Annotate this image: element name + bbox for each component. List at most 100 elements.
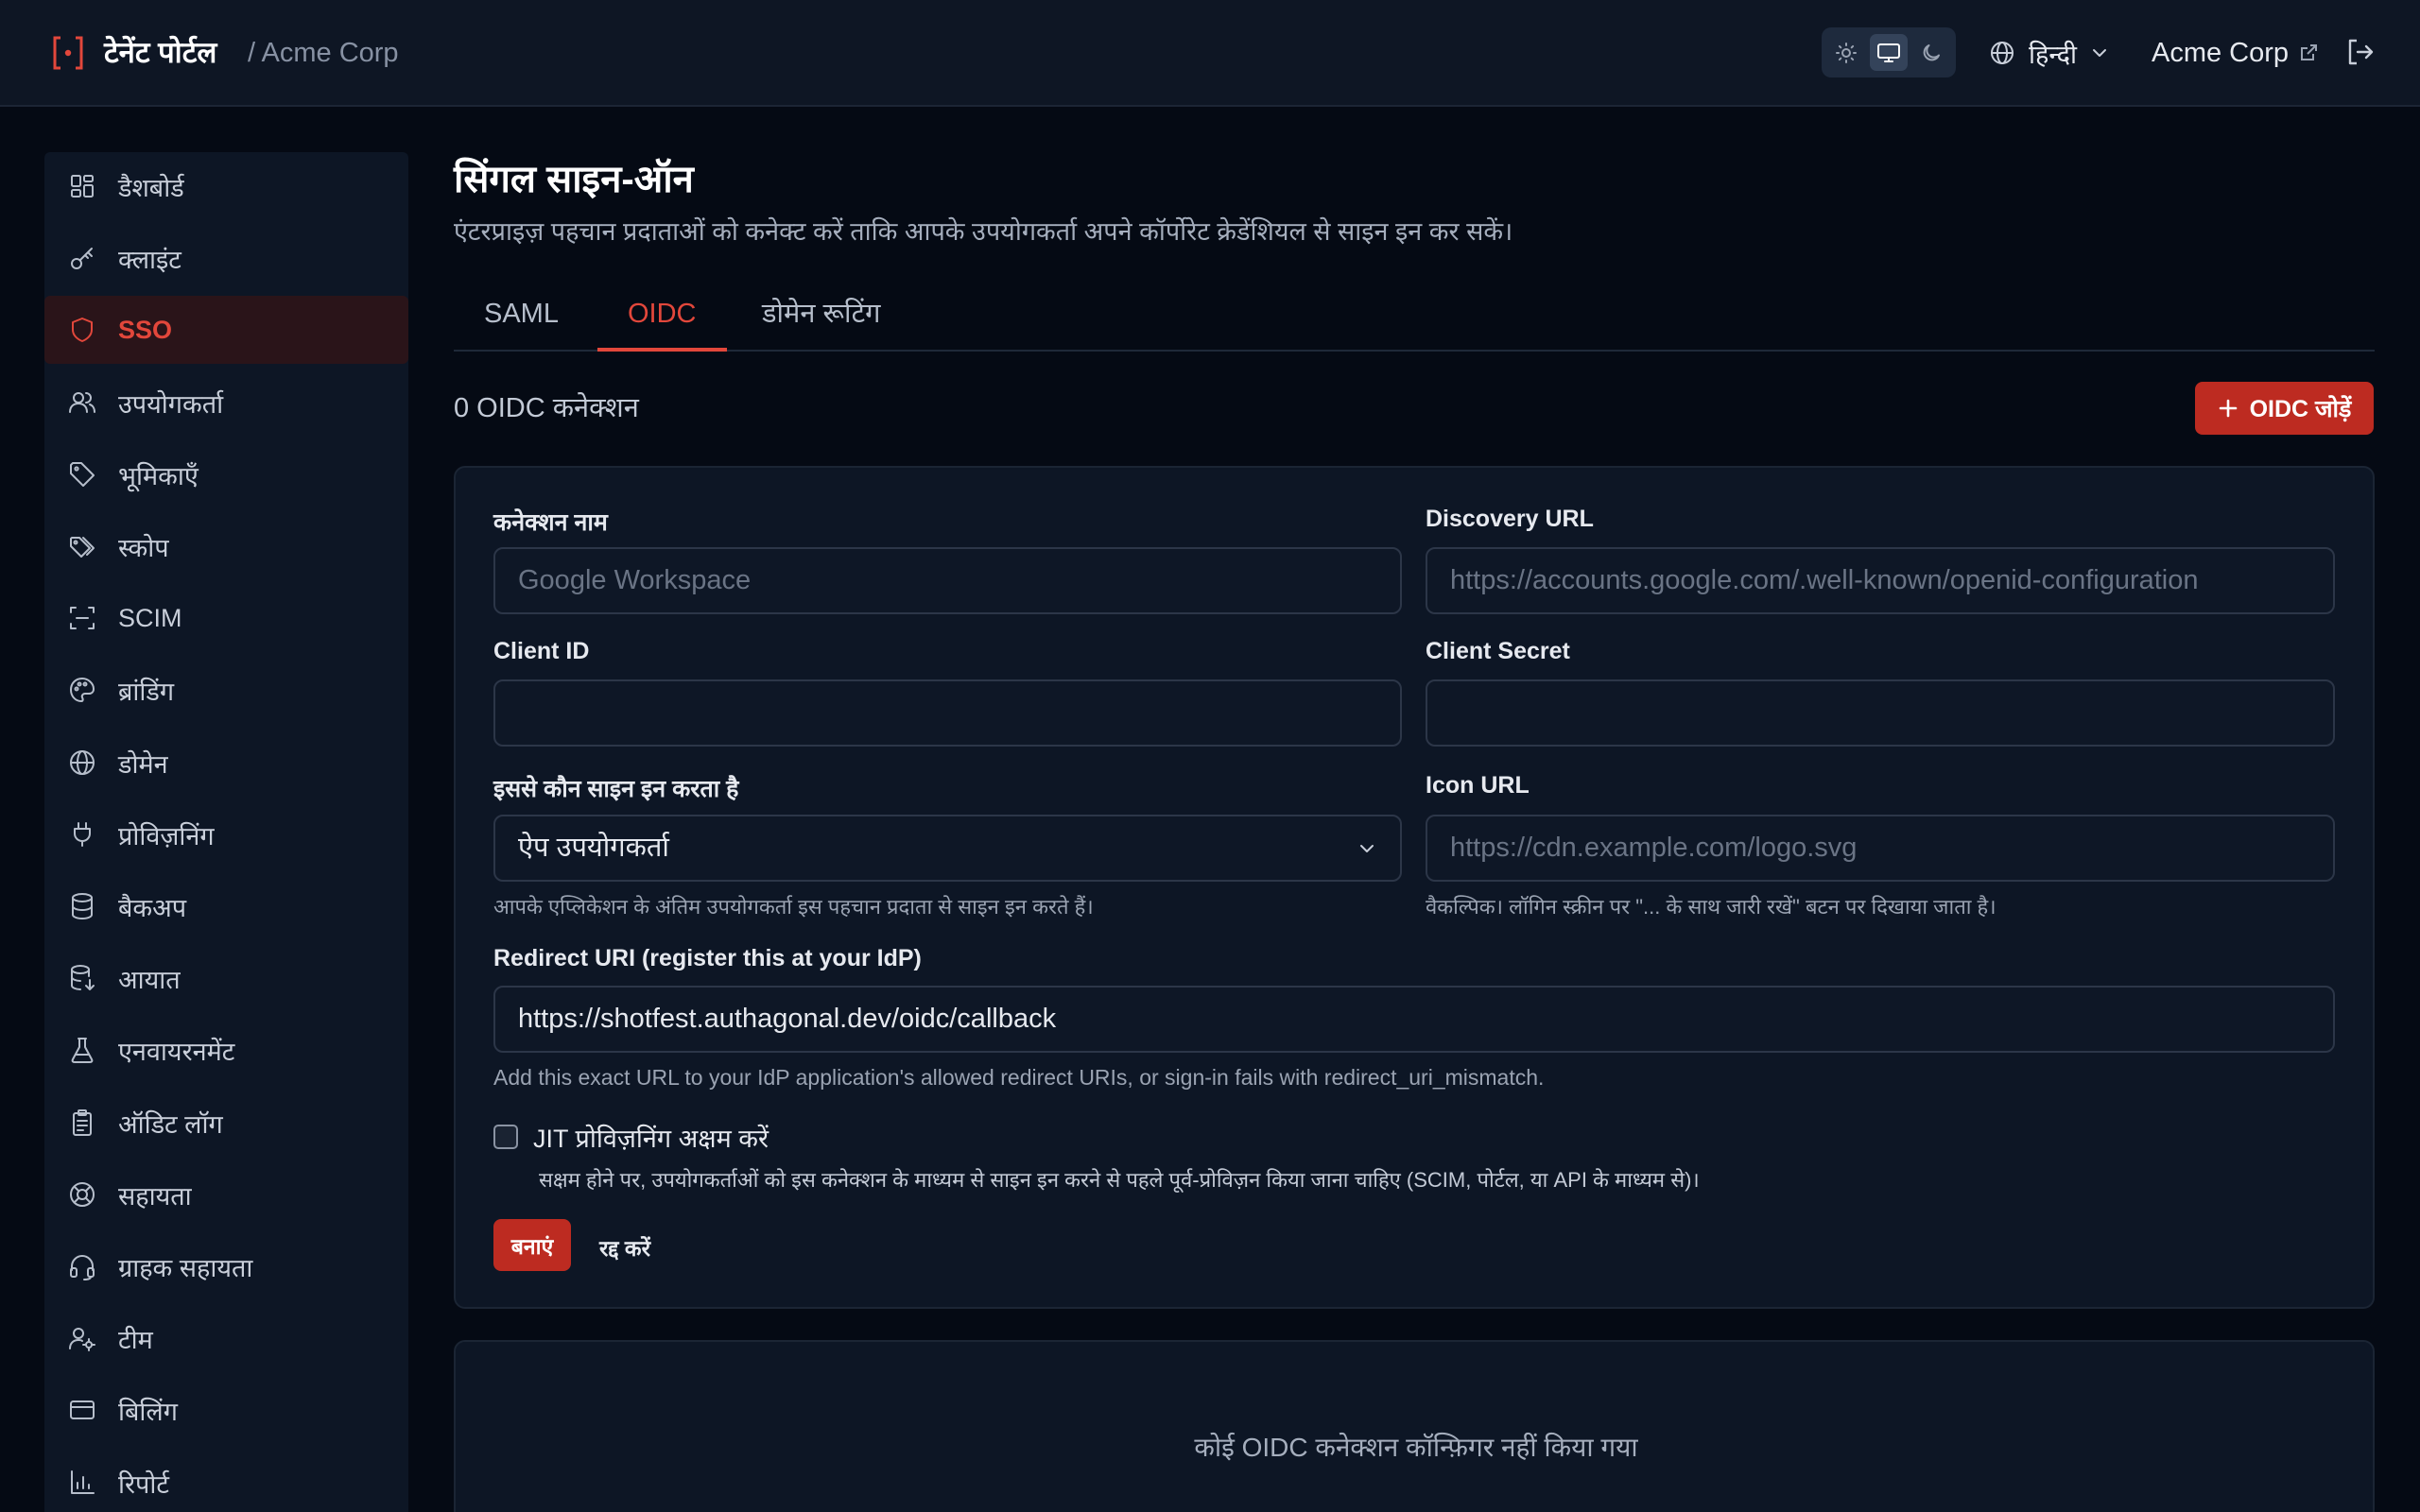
headset-icon [70,1255,95,1280]
user-cog-icon [69,1328,95,1351]
icon-url-label: Icon URL [1426,772,1530,799]
flask-icon [71,1038,94,1063]
sidebar-item-label: टीम [118,1325,153,1354]
tab-bar: SAML OIDC डोमेन रूटिंग [454,284,2375,352]
sidebar-item-label: डोमेन [118,749,168,779]
sidebar-item-shield[interactable]: SSO [44,296,408,364]
sidebar-item-label: एनवायरनमेंट [118,1037,235,1066]
icon-url-hint: वैकल्पिक। लॉगिन स्क्रीन पर "... के साथ ज… [1426,895,1996,919]
who-signs-in-select[interactable]: ऐप उपयोगकर्ता [493,815,1402,882]
sidebar-item-flask[interactable]: एनवायरनमेंट [44,1016,408,1084]
connections-list-card: कोई OIDC कनेक्शन कॉन्फ़िगर नहीं किया गया [454,1340,2375,1512]
language-label: हिन्दी [2029,40,2078,69]
sidebar-item-label: भूमिकाएँ [118,461,199,490]
sidebar-item-palette[interactable]: ब्रांडिंग [44,656,408,724]
brand-logo-icon [53,36,83,70]
sidebar-item-globe[interactable]: डोमेन [44,729,408,797]
sidebar-item-label: उपयोगकर्ता [118,389,224,419]
client-secret-input[interactable] [1426,679,2335,747]
who-signs-in-label: इससे कौन साइन इन करता है [493,776,739,802]
create-button[interactable]: बनाएं [493,1219,571,1271]
redirect-uri-input[interactable] [493,986,2335,1053]
bar-chart-icon [71,1470,95,1494]
sidebar-item-tag[interactable]: भूमिकाएँ [44,440,408,508]
globe-icon [1991,42,2014,64]
sidebar-item-label: रिपोर्ट [118,1469,169,1499]
sidebar-item-label: क्लाइंट [118,245,182,274]
sidebar-item-tags[interactable]: स्कोप [44,512,408,580]
dark-theme-button[interactable] [1912,34,1950,71]
database-import-icon [71,965,95,990]
tenant-external-link[interactable]: Acme Corp [2152,32,2319,74]
database-icon [72,893,93,919]
logout-icon[interactable] [2344,36,2377,68]
tags-icon [70,537,95,558]
client-secret-label: Client Secret [1426,638,1570,664]
sidebar-item-scan[interactable]: SCIM [44,584,408,652]
key-icon [71,248,93,269]
lifebuoy-icon [70,1182,95,1207]
add-oidc-label: OIDC जोड़ें [2249,396,2352,422]
sidebar-item-users[interactable]: उपयोगकर्ता [44,369,408,437]
credit-card-icon [70,1400,95,1419]
sidebar-item-label: सहायता [118,1181,192,1211]
connection-name-input[interactable] [493,547,1402,614]
sidebar-item-key[interactable]: क्लाइंट [44,224,408,292]
jit-provisioning-hint: सक्षम होने पर, उपयोगकर्ताओं को इस कनेक्श… [539,1168,1700,1192]
chevron-down-icon [2093,49,2107,57]
tab-oidc[interactable]: OIDC [597,293,727,352]
shield-icon [72,318,93,342]
clipboard-icon [73,1109,92,1136]
sidebar-item-credit-card[interactable]: बिलिंग [44,1376,408,1444]
brand-name[interactable]: टेनेंट पोर्टल [104,32,216,74]
tab-domain-routing[interactable]: डोमेन रूटिंग [732,293,911,352]
oidc-form-card: कनेक्शन नाम Discovery URL Client ID Clie… [454,466,2375,1309]
sidebar-item-label: ग्राहक सहायता [118,1253,253,1282]
monitor-icon [1877,43,1900,62]
sidebar-item-label: स्कोप [118,533,169,562]
palette-icon [70,678,95,702]
jit-provisioning-label[interactable]: JIT प्रोविज़निंग अक्षम करें [533,1120,769,1155]
sidebar-item-label: SCIM [118,603,182,632]
tenant-breadcrumb: / Acme Corp [248,38,399,68]
system-theme-button[interactable] [1870,34,1908,71]
connection-count: 0 OIDC कनेक्शन [454,393,639,423]
sidebar-item-database[interactable]: बैकअप [44,872,408,940]
tag-icon [70,462,95,487]
external-link-icon [2301,44,2318,60]
users-icon [69,392,95,413]
sidebar-item-database-import[interactable]: आयात [44,944,408,1012]
sidebar-item-dashboard[interactable]: डैशबोर्ड [44,152,408,220]
who-signs-in-value: ऐप उपयोगकर्ता [518,833,669,863]
sidebar-item-plug[interactable]: प्रोविज़निंग [44,800,408,868]
dashboard-icon [71,175,94,198]
who-signs-in-hint: आपके एप्लिकेशन के अंतिम उपयोगकर्ता इस पह… [493,895,1094,919]
add-oidc-button[interactable]: OIDC जोड़ें [2195,382,2374,435]
tab-saml[interactable]: SAML [454,293,589,352]
jit-provisioning-checkbox[interactable] [493,1125,518,1149]
sidebar-item-bar-chart[interactable]: रिपोर्ट [44,1449,408,1512]
redirect-uri-label: Redirect URI (register this at your IdP) [493,945,922,971]
page-title: सिंगल साइन-ऑन [454,159,694,200]
page-subtitle: एंटरप्राइज़ पहचान प्रदाताओं को कनेक्ट कर… [454,217,1513,246]
sidebar-item-label: प्रोविज़निंग [118,821,215,850]
language-selector[interactable]: हिन्दी [1989,32,2109,74]
redirect-uri-hint: Add this exact URL to your IdP applicati… [493,1065,1545,1090]
sidebar-item-clipboard[interactable]: ऑडिट लॉग [44,1089,408,1157]
cancel-button[interactable]: रद्द करें [599,1232,650,1263]
icon-url-input[interactable] [1426,815,2335,882]
sidebar-item-label: आयात [118,965,181,994]
theme-switcher [1822,27,1956,77]
sidebar-item-label: डैशबोर्ड [118,173,184,202]
tenant-link-label: Acme Corp [2152,37,2290,68]
sidebar-item-headset[interactable]: ग्राहक सहायता [44,1232,408,1300]
scan-icon [70,607,95,629]
sidebar-item-lifebuoy[interactable]: सहायता [44,1160,408,1228]
client-id-label: Client ID [493,638,590,664]
discovery-url-input[interactable] [1426,547,2335,614]
top-bar: टेनेंट पोर्टल / Acme Corp हिन्दी Acme Co… [0,0,2420,107]
client-id-input[interactable] [493,679,1402,747]
light-theme-button[interactable] [1827,34,1865,71]
globe-icon [70,750,95,775]
sidebar-item-user-cog[interactable]: टीम [44,1304,408,1372]
